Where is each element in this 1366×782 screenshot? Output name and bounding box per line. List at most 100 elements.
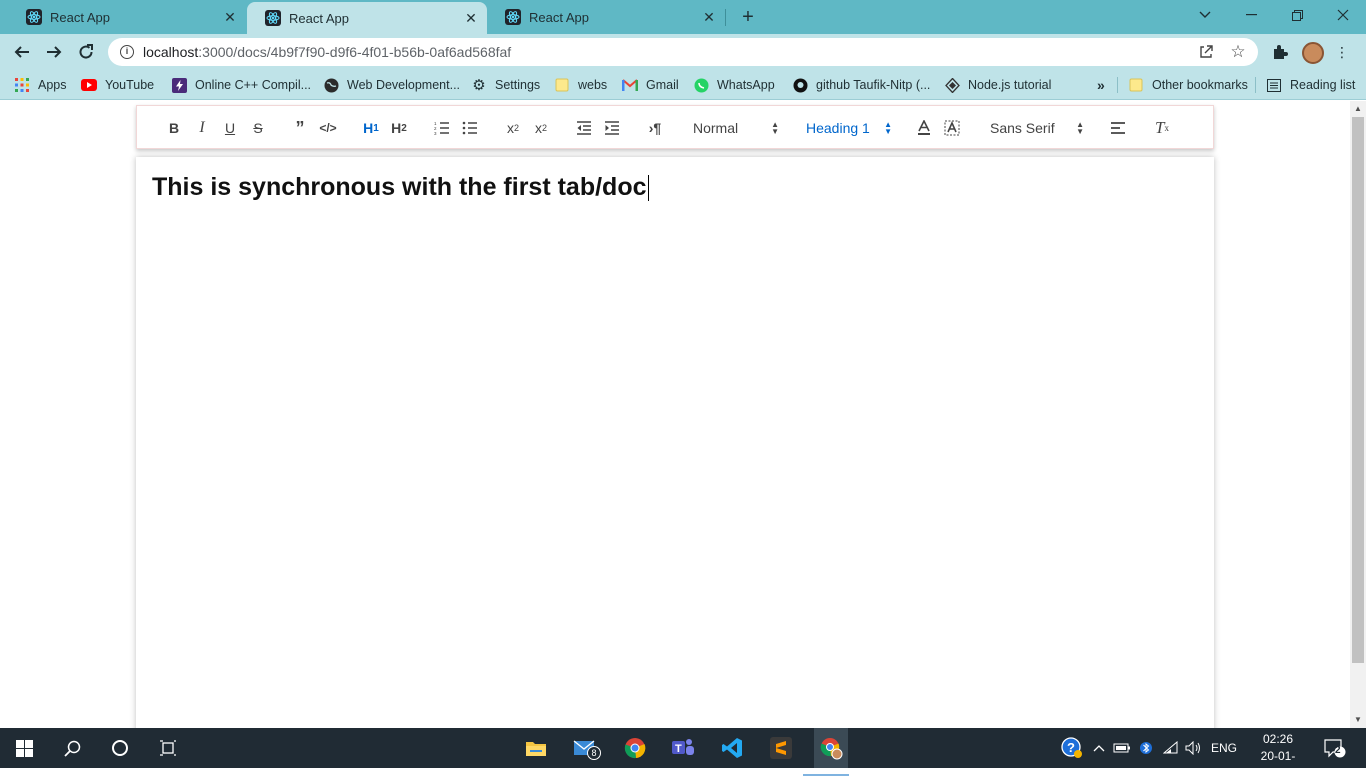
close-tab-icon[interactable]: ✕ <box>220 9 240 26</box>
vscode-icon[interactable] <box>720 736 744 760</box>
teams-icon[interactable]: T <box>671 736 695 760</box>
globe-icon <box>323 77 339 93</box>
new-tab-button[interactable]: + <box>736 5 760 29</box>
header-1-button[interactable]: H1 <box>361 118 381 138</box>
subscript-button[interactable]: x2 <box>503 118 523 138</box>
browser-tab-1[interactable]: React App ✕ <box>8 0 246 34</box>
menu-kebab-icon[interactable]: ⋮ <box>1332 42 1352 62</box>
tab-search-icon[interactable] <box>1182 0 1228 30</box>
reading-list-icon <box>1266 77 1282 93</box>
font-picker[interactable]: Sans Serif ▲ ▼ <box>990 117 1084 139</box>
bookmark-other[interactable]: Other bookmarks <box>1128 76 1248 94</box>
svg-text:?: ? <box>1067 740 1075 755</box>
task-view-icon[interactable] <box>156 736 180 760</box>
restore-icon[interactable] <box>1274 0 1320 30</box>
close-window-icon[interactable] <box>1320 0 1366 30</box>
close-tab-icon[interactable]: ✕ <box>699 9 719 26</box>
page-scrollbar[interactable]: ▲ ▼ <box>1350 101 1366 728</box>
address-bar[interactable]: i localhost:3000/docs/4b9f7f90-d9f6-4f01… <box>108 38 1258 66</box>
chrome-profile-icon[interactable] <box>803 728 849 776</box>
ordered-list-icon[interactable]: 123 <box>433 118 451 138</box>
heading-picker-label: Heading 1 <box>806 120 870 136</box>
align-icon[interactable] <box>1109 118 1127 138</box>
bookmark-web-development[interactable]: Web Development... <box>323 76 460 94</box>
wifi-icon[interactable] <box>1162 738 1180 758</box>
tab-strip: React App ✕ React App ✕ React App ✕ + <box>0 0 1366 34</box>
indent-icon[interactable] <box>603 118 621 138</box>
cortana-icon[interactable] <box>108 736 132 760</box>
background-color-icon[interactable] <box>943 118 961 138</box>
bookmarks-bar: Apps YouTube Online C++ Compil... Web De… <box>0 70 1366 100</box>
outdent-icon[interactable] <box>575 118 593 138</box>
bold-button[interactable]: B <box>165 118 183 138</box>
blockquote-button[interactable]: ” <box>291 118 309 138</box>
scroll-down-arrow-icon[interactable]: ▼ <box>1350 712 1366 728</box>
forward-arrow-icon[interactable] <box>40 38 68 66</box>
format-picker[interactable]: Normal ▲ ▼ <box>693 117 779 139</box>
youtube-icon <box>81 77 97 93</box>
browser-tab-2[interactable]: React App ✕ <box>247 2 487 34</box>
extensions-puzzle-icon[interactable] <box>1270 42 1290 62</box>
italic-button[interactable]: I <box>193 118 211 138</box>
sublime-text-icon[interactable] <box>769 736 793 760</box>
minimize-icon[interactable] <box>1228 0 1274 30</box>
bookmark-gmail[interactable]: Gmail <box>622 76 679 94</box>
browser-tab-3[interactable]: React App ✕ <box>487 0 725 34</box>
reload-icon[interactable] <box>72 38 100 66</box>
language-indicator[interactable]: ENG <box>1210 738 1238 758</box>
bookmark-online-cpp[interactable]: Online C++ Compil... <box>171 76 311 94</box>
chrome-icon[interactable] <box>623 736 647 760</box>
scroll-up-arrow-icon[interactable]: ▲ <box>1350 101 1366 117</box>
reading-list-button[interactable]: Reading list <box>1266 76 1355 94</box>
scrollbar-thumb[interactable] <box>1352 117 1364 663</box>
bookmark-whatsapp[interactable]: WhatsApp <box>693 76 775 94</box>
system-clock[interactable]: 02:26 20-01-2022 <box>1248 731 1308 782</box>
bookmark-webs[interactable]: webs <box>554 76 607 94</box>
bookmark-youtube[interactable]: YouTube <box>81 76 154 94</box>
text-direction-button[interactable]: ›¶ <box>645 118 665 138</box>
document-heading[interactable]: This is synchronous with the first tab/d… <box>152 173 649 202</box>
bookmark-label: Gmail <box>646 78 679 92</box>
strike-button[interactable]: S <box>249 118 267 138</box>
tab-title: React App <box>289 10 349 26</box>
share-icon[interactable] <box>1198 44 1214 60</box>
bookmark-star-icon[interactable]: ☆ <box>1230 43 1246 60</box>
tab-title: React App <box>529 9 589 25</box>
superscript-button[interactable]: x2 <box>531 118 551 138</box>
close-tab-icon[interactable]: ✕ <box>461 10 481 27</box>
header-2-button[interactable]: H2 <box>389 118 409 138</box>
bluetooth-icon[interactable] <box>1138 738 1154 758</box>
code-block-button[interactable]: </> <box>319 118 337 138</box>
document-page[interactable]: This is synchronous with the first tab/d… <box>136 157 1214 737</box>
file-explorer-icon[interactable] <box>524 736 548 760</box>
notifications-icon[interactable]: 2 <box>1322 738 1348 758</box>
bullet-list-icon[interactable] <box>461 118 479 138</box>
gear-icon: ⚙ <box>472 77 486 94</box>
back-arrow-icon[interactable] <box>8 38 36 66</box>
bookmarks-overflow-button[interactable]: » <box>1097 76 1105 94</box>
site-info-icon[interactable]: i <box>120 45 134 59</box>
mail-icon[interactable]: 8 <box>573 736 601 760</box>
help-icon[interactable]: ? <box>1060 737 1084 758</box>
text-color-icon[interactable] <box>915 118 933 138</box>
notification-count: 2 <box>1335 745 1341 756</box>
volume-icon[interactable] <box>1185 738 1203 758</box>
bookmark-nodejs[interactable]: Node.js tutorial <box>944 76 1051 94</box>
search-icon[interactable] <box>60 736 84 760</box>
windows-start-icon[interactable] <box>12 736 36 760</box>
bookmark-apps[interactable]: Apps <box>14 76 67 94</box>
chevron-up-icon[interactable] <box>1090 738 1108 758</box>
gmail-icon <box>622 77 638 93</box>
profile-avatar[interactable] <box>1302 42 1324 64</box>
heading-picker[interactable]: Heading 1 ▲ ▼ <box>806 117 892 139</box>
bookmark-github[interactable]: github Taufik-Nitp (... <box>792 76 930 94</box>
folder-icon <box>554 77 570 93</box>
bookmark-divider <box>1117 77 1118 93</box>
bookmark-label: webs <box>578 78 608 92</box>
bookmark-settings[interactable]: ⚙ Settings <box>471 76 540 94</box>
underline-button[interactable]: U <box>221 118 239 138</box>
battery-icon[interactable] <box>1113 738 1131 758</box>
apps-grid-icon <box>14 77 30 93</box>
web-content: B I U S ” </> H1 H2 123 x2 x2 ›¶ Normal … <box>0 101 1366 737</box>
clear-format-button[interactable]: Tx <box>1153 118 1171 138</box>
